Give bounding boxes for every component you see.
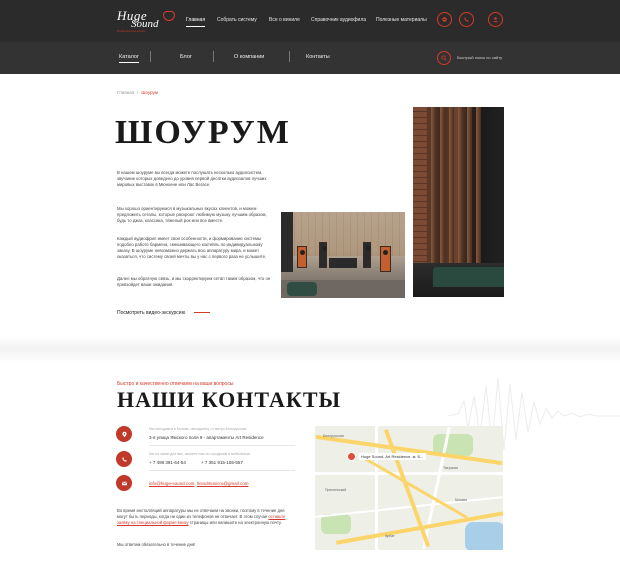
email-link-gmail[interactable]: hisndmusicru@gmail.com: [197, 481, 249, 486]
breadcrumb-current: Шоурум: [141, 90, 158, 95]
phone-icon-badge: [116, 451, 132, 467]
search-label[interactable]: Быстрый поиск по сайту: [457, 55, 502, 60]
user-icon: [493, 17, 498, 23]
arrow-right-icon: [194, 312, 210, 313]
nav-item-build-system[interactable]: Собрать систему: [217, 17, 257, 23]
map-label: Арбат: [385, 534, 395, 538]
note-text: страницы или напишите на электронную поч…: [188, 520, 282, 525]
divider: [149, 445, 295, 446]
divider: [149, 470, 295, 471]
sofa: [433, 267, 504, 287]
speaker: [380, 246, 391, 272]
email-links: info@huge-sound.com, hisndmusicru@gmail.…: [149, 481, 249, 486]
subnav-divider: [150, 51, 151, 62]
address-caption: Мы находимся в Москве, неподалеку от мет…: [149, 427, 247, 431]
page-title: ШОУРУМ: [115, 114, 291, 151]
catalog-bar: Каталог Блог О компании Контакты Быстрый…: [0, 42, 620, 74]
nav-item-audiophile-guide[interactable]: Справочник аудиофила: [311, 17, 366, 23]
map-label: Москва: [455, 498, 467, 502]
cart-button[interactable]: [437, 12, 452, 27]
subnav-item-blog[interactable]: Блог: [180, 54, 192, 60]
nav-item-materials[interactable]: Полезные материалы: [376, 17, 427, 23]
showroom-photo-acoustic-panels: [413, 107, 504, 297]
breadcrumb: Главная / Шоурум: [117, 90, 158, 95]
map-label: Белорусская: [323, 434, 344, 438]
subnav-item-about[interactable]: О компании: [234, 54, 264, 60]
breadcrumb-separator: /: [137, 90, 139, 95]
major-road: [315, 434, 503, 466]
nav-item-home[interactable]: Главная: [186, 17, 206, 27]
account-button[interactable]: [488, 12, 503, 27]
mail-icon: [121, 481, 127, 485]
video-tour-link[interactable]: Посмотреть видео-экскурсию: [117, 310, 185, 316]
brand-tagline: Professional Audio: [117, 29, 146, 33]
map-label: Пресненский: [325, 488, 347, 492]
headphones-icon: [163, 11, 175, 21]
cart-icon: [442, 17, 447, 22]
armchair: [287, 282, 317, 296]
showroom-photo-listening-room: [281, 212, 405, 298]
email-link-info[interactable]: info@huge-sound.com: [149, 481, 194, 486]
search-icon: [441, 55, 447, 61]
map-label: Тверская: [443, 466, 458, 470]
site-search[interactable]: Быстрый поиск по сайту: [437, 51, 527, 65]
map-pin-label: Huge Sound, Art Residence, м. Б...: [359, 453, 426, 460]
park-area: [321, 514, 351, 534]
amplifier: [329, 258, 357, 268]
water-area: [465, 522, 503, 550]
speaker: [363, 242, 371, 268]
availability-note: Во время инсталляций аппаратуры мы не от…: [117, 508, 292, 526]
location-map[interactable]: Huge Sound, Art Residence, м. Б... Белор…: [315, 426, 503, 550]
speaker: [319, 242, 327, 268]
showroom-paragraph: Каждый аудиофрил имеет свои особенности,…: [117, 236, 267, 260]
note-text: Во время инсталляций аппаратуры мы не от…: [117, 508, 285, 519]
contacts-title: НАШИ КОНТАКТЫ: [117, 387, 342, 412]
showroom-paragraph: В нашем шоуруме вы всегда можете послуша…: [117, 170, 267, 188]
subnav-item-catalog[interactable]: Каталог: [119, 54, 139, 63]
response-promise: Мы ответим обязательно в течение дня!: [117, 542, 196, 547]
location-icon: [121, 431, 127, 437]
phone-link-mobile[interactable]: + 7 351 915-155-557: [201, 460, 243, 465]
breadcrumb-home[interactable]: Главная: [117, 90, 134, 95]
map-pin-icon[interactable]: [347, 452, 356, 461]
phone-button[interactable]: [459, 12, 474, 27]
subnav-item-contacts[interactable]: Контакты: [306, 54, 330, 60]
subnav-divider: [213, 51, 214, 62]
equipment-rack: [281, 212, 293, 272]
phone-link-city[interactable]: + 7 499 391-64-54: [149, 460, 186, 465]
showroom-paragraph: Мы хорошо ориентируемся в музыкальных вк…: [117, 206, 267, 224]
speaker: [297, 246, 307, 268]
nav-item-vinyl[interactable]: Все о виниле: [269, 17, 300, 23]
top-header: Huge Sound Professional Audio Главная Со…: [0, 0, 620, 42]
brand-logo[interactable]: Huge Sound Professional Audio: [117, 8, 177, 34]
phone-icon: [464, 17, 469, 22]
street: [315, 472, 503, 475]
phone-caption: Мы на связи для вас, звоните нам по горо…: [149, 452, 251, 456]
address-text: 3-я улица Ямского поля 9 - апартаменты A…: [149, 435, 264, 440]
showroom-paragraph: Далее мы обратную связь, и мы скорректир…: [117, 276, 271, 288]
email-icon-badge: [116, 475, 132, 491]
subnav-divider: [289, 51, 290, 62]
search-button[interactable]: [437, 51, 451, 65]
location-icon-badge: [116, 426, 132, 442]
phone-icon: [121, 456, 127, 462]
